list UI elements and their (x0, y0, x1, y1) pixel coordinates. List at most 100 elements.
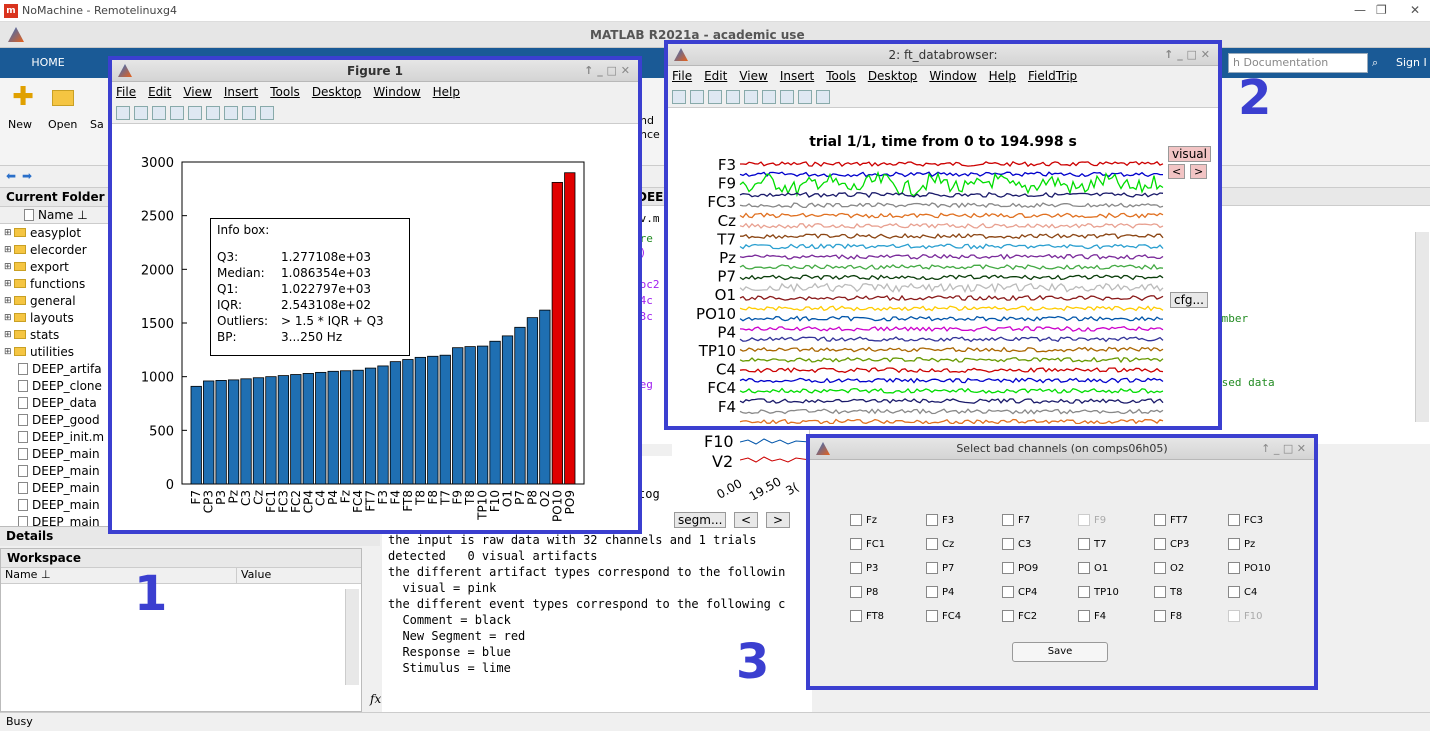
expand-icon[interactable]: ⊞ (4, 228, 12, 238)
window-controls[interactable]: ↑ _ □ ✕ (1164, 48, 1210, 61)
checkbox-icon[interactable] (1228, 538, 1240, 550)
property-inspector-icon[interactable] (816, 89, 830, 104)
checkbox-icon[interactable] (926, 538, 938, 550)
channel-checkbox-f7[interactable]: F7 (1002, 514, 1030, 526)
channel-checkbox-po9[interactable]: PO9 (1002, 562, 1038, 574)
editor-scrollbar[interactable] (1415, 232, 1429, 422)
checkbox-icon[interactable] (1228, 610, 1240, 622)
expand-icon[interactable]: ⊞ (4, 313, 12, 323)
new-figure-icon[interactable] (672, 89, 686, 104)
legend-icon[interactable] (780, 89, 794, 104)
colorbar-icon[interactable] (206, 105, 220, 120)
checkbox-icon[interactable] (1228, 562, 1240, 574)
menu-desktop[interactable]: Desktop (868, 69, 918, 83)
menu-tools[interactable]: Tools (270, 85, 300, 99)
tab-home[interactable]: HOME (0, 48, 96, 78)
checkbox-icon[interactable] (1078, 586, 1090, 598)
new-figure-icon[interactable] (116, 105, 130, 120)
checkbox-icon[interactable] (1078, 562, 1090, 574)
search-icon[interactable]: ⌕ (1372, 56, 1378, 70)
file-item[interactable]: DEEP_main (0, 445, 111, 462)
channel-checkbox-t7[interactable]: T7 (1078, 538, 1106, 550)
checkbox-icon[interactable] (850, 610, 862, 622)
link-plot-icon[interactable] (744, 89, 758, 104)
checkbox-icon[interactable] (1154, 610, 1166, 622)
checkbox-icon[interactable] (1228, 514, 1240, 526)
new-button[interactable]: New (8, 118, 32, 131)
name-column-header[interactable]: Name ⊥ (0, 207, 111, 224)
folder-item[interactable]: ⊞ elecorder (0, 241, 111, 258)
save-channels-button[interactable]: Save (1012, 642, 1108, 662)
expand-icon[interactable]: ⊞ (4, 245, 12, 255)
checkbox-icon[interactable] (850, 586, 862, 598)
checkbox-icon[interactable] (926, 586, 938, 598)
file-item[interactable]: DEEP_data (0, 394, 111, 411)
checkbox-icon[interactable] (850, 538, 862, 550)
channel-checkbox-po10[interactable]: PO10 (1228, 562, 1271, 574)
menu-tools[interactable]: Tools (826, 69, 856, 83)
menu-view[interactable]: View (739, 69, 767, 83)
file-item[interactable]: DEEP_main (0, 479, 111, 496)
menu-help[interactable]: Help (989, 69, 1016, 83)
file-item[interactable]: DEEP_clone (0, 377, 111, 394)
checkbox-icon[interactable] (1154, 514, 1166, 526)
expand-icon[interactable]: ⊞ (4, 262, 12, 272)
folder-item[interactable]: ⊞ stats (0, 326, 111, 343)
checkbox-icon[interactable] (1078, 514, 1090, 526)
checkbox-icon[interactable] (850, 562, 862, 574)
legend-icon[interactable] (224, 105, 238, 120)
menu-view[interactable]: View (183, 85, 211, 99)
checkbox-icon[interactable] (926, 610, 938, 622)
folder-item[interactable]: ⊞ export (0, 258, 111, 275)
file-item[interactable]: DEEP_artifa (0, 360, 111, 377)
folder-item[interactable]: ⊞ utilities (0, 343, 111, 360)
link-plot-icon[interactable] (188, 105, 202, 120)
visual-artifact-button[interactable]: visual (1168, 146, 1211, 162)
channel-checkbox-pz[interactable]: Pz (1228, 538, 1255, 550)
next-trial-button[interactable]: > (766, 512, 791, 528)
channel-checkbox-fc2[interactable]: FC2 (1002, 610, 1037, 622)
channel-checkbox-tp10[interactable]: TP10 (1078, 586, 1119, 598)
edit-plot-icon[interactable] (798, 89, 812, 104)
forward-arrow-icon[interactable]: ➡ (22, 169, 32, 183)
expand-icon[interactable]: ⊞ (4, 296, 12, 306)
checkbox-icon[interactable] (1154, 538, 1166, 550)
prev-artifact-button[interactable]: < (1168, 164, 1186, 179)
workspace-scrollbar[interactable] (345, 589, 359, 685)
file-item[interactable]: DEEP_main (0, 462, 111, 479)
checkbox-icon[interactable] (850, 514, 862, 526)
menu-fieldtrip[interactable]: FieldTrip (1028, 69, 1077, 83)
menu-edit[interactable]: Edit (704, 69, 727, 83)
checkbox-icon[interactable] (1002, 562, 1014, 574)
file-item[interactable]: DEEP_good (0, 411, 111, 428)
channel-checkbox-cp4[interactable]: CP4 (1002, 586, 1037, 598)
channel-checkbox-c3[interactable]: C3 (1002, 538, 1031, 550)
folder-item[interactable]: ⊞ functions (0, 275, 111, 292)
channel-checkbox-p7[interactable]: P7 (926, 562, 954, 574)
ws-value-column[interactable]: Value (237, 568, 271, 583)
sign-in-link[interactable]: Sign I (1396, 56, 1427, 69)
colorbar-icon[interactable] (762, 89, 776, 104)
menu-desktop[interactable]: Desktop (312, 85, 362, 99)
window-controls[interactable]: ↑ _ □ ✕ (584, 64, 630, 77)
checkbox-icon[interactable] (1078, 538, 1090, 550)
ws-name-column[interactable]: Name ⊥ (1, 568, 237, 583)
channel-checkbox-o2[interactable]: O2 (1154, 562, 1184, 574)
menu-edit[interactable]: Edit (148, 85, 171, 99)
cfg-button[interactable]: cfg... (1170, 292, 1208, 308)
checkbox-icon[interactable] (1002, 538, 1014, 550)
expand-icon[interactable]: ⊞ (4, 347, 12, 357)
channel-checkbox-ft7[interactable]: FT7 (1154, 514, 1188, 526)
back-arrow-icon[interactable]: ⬅ (6, 169, 16, 183)
menu-insert[interactable]: Insert (224, 85, 258, 99)
save-figure-icon[interactable] (708, 89, 722, 104)
open-file-icon[interactable] (690, 89, 704, 104)
open-file-icon[interactable] (134, 105, 148, 120)
next-artifact-button[interactable]: > (1190, 164, 1208, 179)
print-icon[interactable] (170, 105, 184, 120)
menu-insert[interactable]: Insert (780, 69, 814, 83)
checkbox-icon[interactable] (1002, 586, 1014, 598)
file-item[interactable]: DEEP_init.m (0, 428, 111, 445)
channel-checkbox-fc4[interactable]: FC4 (926, 610, 961, 622)
menu-help[interactable]: Help (433, 85, 460, 99)
